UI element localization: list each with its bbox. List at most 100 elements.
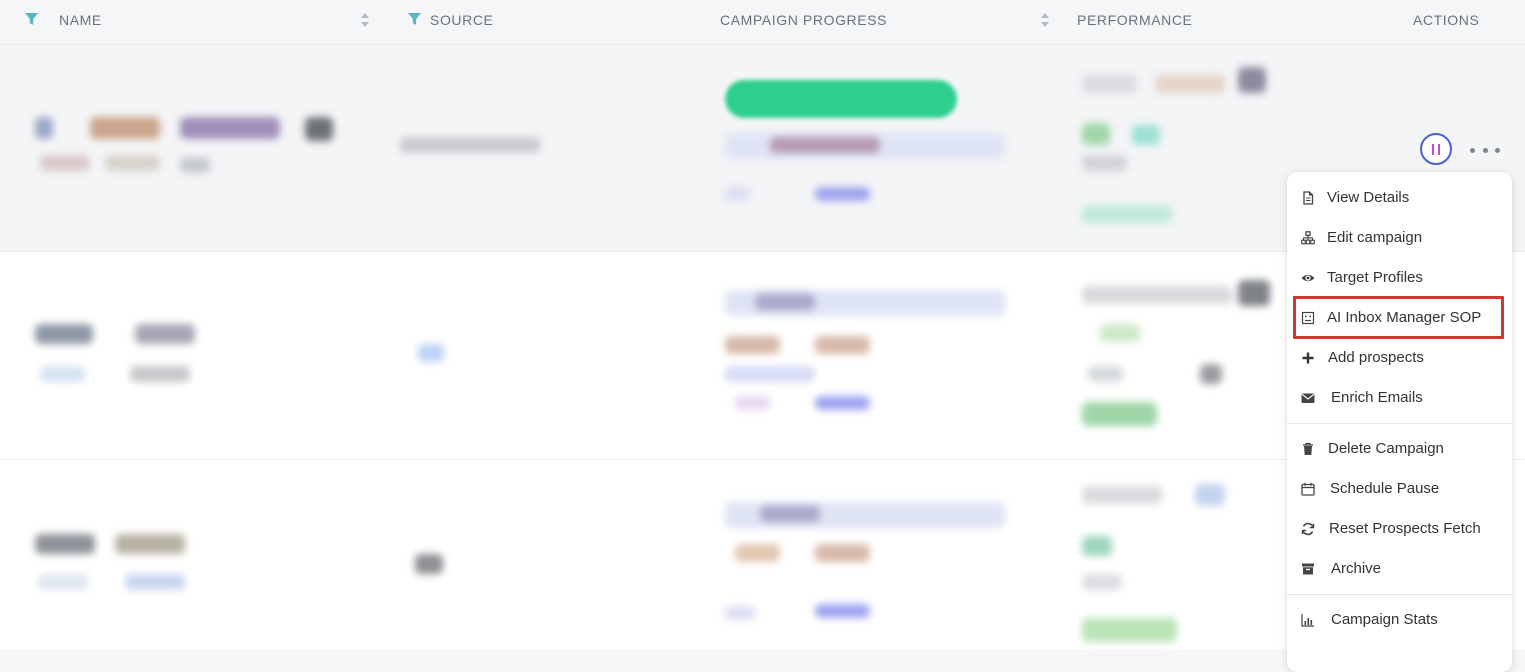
blurred-content: [38, 574, 88, 590]
blurred-content: [1155, 75, 1225, 93]
blurred-content: [815, 396, 870, 410]
menu-item-label: Archive: [1331, 560, 1382, 577]
blurred-content: [35, 324, 93, 344]
highlight-box: [1293, 296, 1504, 339]
blurred-content: [725, 606, 755, 620]
blurred-content: [1238, 280, 1270, 306]
filter-icon[interactable]: [25, 13, 38, 26]
menu-item-add-prospects[interactable]: Add prospects: [1287, 338, 1512, 378]
blurred-content: [1082, 75, 1137, 93]
menu-item-label: Campaign Stats: [1331, 611, 1438, 628]
blurred-content: [815, 336, 870, 354]
sort-icon[interactable]: [1040, 12, 1050, 28]
blurred-content: [725, 336, 780, 354]
menu-item-label: Edit campaign: [1327, 229, 1423, 246]
blurred-content: [725, 366, 815, 382]
blurred-content: [815, 187, 870, 201]
menu-item-label: Add prospects: [1328, 349, 1424, 366]
column-header-actions: ACTIONS: [1413, 12, 1480, 28]
blurred-content: [755, 294, 815, 310]
bar-chart-icon: [1301, 614, 1314, 627]
column-header-campaign-progress[interactable]: CAMPAIGN PROGRESS: [720, 12, 887, 28]
blurred-content: [815, 544, 870, 562]
blurred-content: [180, 157, 210, 173]
blurred-content: [90, 117, 160, 139]
campaign-actions-menu: View Details Edit campaign Target Profil…: [1287, 172, 1512, 672]
blurred-content: [418, 344, 444, 362]
menu-item-campaign-stats[interactable]: Campaign Stats: [1287, 600, 1512, 640]
progress-bar: [725, 80, 957, 118]
trash-icon: [1303, 442, 1313, 455]
sort-icon[interactable]: [360, 12, 370, 28]
dot-icon: [1470, 147, 1475, 153]
menu-divider: [1287, 594, 1512, 595]
blurred-content: [130, 366, 190, 382]
blurred-content: [760, 506, 820, 522]
more-actions-button[interactable]: [1470, 140, 1500, 160]
blurred-content: [735, 396, 770, 410]
blurred-content: [1088, 366, 1123, 382]
blurred-content: [415, 554, 443, 574]
envelope-icon: [1301, 393, 1315, 403]
sitemap-icon: [1301, 231, 1315, 245]
dot-icon: [1482, 147, 1488, 153]
blurred-content: [815, 604, 870, 618]
column-header-name[interactable]: NAME: [59, 12, 102, 28]
blurred-content: [105, 155, 160, 171]
blurred-content: [115, 534, 185, 554]
blurred-content: [135, 324, 195, 344]
menu-item-target-profiles[interactable]: Target Profiles: [1287, 258, 1512, 298]
refresh-icon: [1301, 522, 1315, 536]
blurred-content: [1082, 486, 1162, 504]
blurred-content: [1082, 618, 1177, 642]
menu-item-label: View Details: [1327, 189, 1410, 206]
plus-icon: [1302, 352, 1314, 364]
column-header-source[interactable]: SOURCE: [430, 12, 494, 28]
blurred-content: [770, 137, 880, 153]
blurred-content: [735, 544, 780, 562]
blurred-content: [1082, 205, 1172, 223]
blurred-content: [1082, 123, 1110, 145]
blurred-content: [40, 366, 85, 382]
blurred-content: [40, 155, 90, 171]
eye-icon: [1301, 274, 1315, 282]
menu-item-delete-campaign[interactable]: Delete Campaign: [1287, 429, 1512, 469]
dot-icon: [1495, 147, 1500, 153]
blurred-content: [1200, 364, 1222, 384]
blurred-content: [125, 574, 185, 590]
blurred-content: [35, 117, 53, 139]
menu-item-label: Schedule Pause: [1330, 480, 1440, 497]
menu-item-reset-prospects-fetch[interactable]: Reset Prospects Fetch: [1287, 509, 1512, 549]
blurred-content: [1082, 155, 1127, 171]
blurred-content: [725, 187, 750, 201]
blurred-content: [1132, 125, 1160, 145]
menu-item-label: Target Profiles: [1327, 269, 1423, 286]
blurred-content: [1100, 324, 1140, 342]
pause-campaign-button[interactable]: [1420, 133, 1452, 165]
blurred-content: [1082, 536, 1112, 556]
blurred-content: [1195, 484, 1225, 506]
filter-icon[interactable]: [408, 13, 421, 26]
blurred-content: [1238, 67, 1266, 93]
blurred-content: [1082, 574, 1122, 590]
menu-item-schedule-pause[interactable]: Schedule Pause: [1287, 469, 1512, 509]
menu-item-label: Delete Campaign: [1328, 440, 1444, 457]
column-header-performance: PERFORMANCE: [1077, 12, 1193, 28]
menu-item-view-details[interactable]: View Details: [1287, 178, 1512, 218]
blurred-content: [35, 534, 95, 554]
table-header: NAME SOURCE CAMPAIGN PROGRESS PERFORMANC…: [0, 0, 1525, 45]
blurred-content: [400, 137, 540, 153]
blurred-content: [1082, 402, 1157, 426]
blurred-content: [1082, 286, 1232, 304]
menu-divider: [1287, 423, 1512, 424]
menu-item-archive[interactable]: Archive: [1287, 549, 1512, 589]
menu-item-label: Reset Prospects Fetch: [1329, 520, 1481, 537]
menu-item-edit-campaign[interactable]: Edit campaign: [1287, 218, 1512, 258]
menu-item-label: Enrich Emails: [1331, 389, 1423, 406]
menu-item-enrich-emails[interactable]: Enrich Emails: [1287, 378, 1512, 418]
blurred-content: [180, 117, 280, 139]
archive-icon: [1302, 563, 1314, 575]
document-icon: [1303, 191, 1314, 205]
blurred-content: [305, 117, 333, 141]
calendar-icon: [1301, 482, 1315, 496]
